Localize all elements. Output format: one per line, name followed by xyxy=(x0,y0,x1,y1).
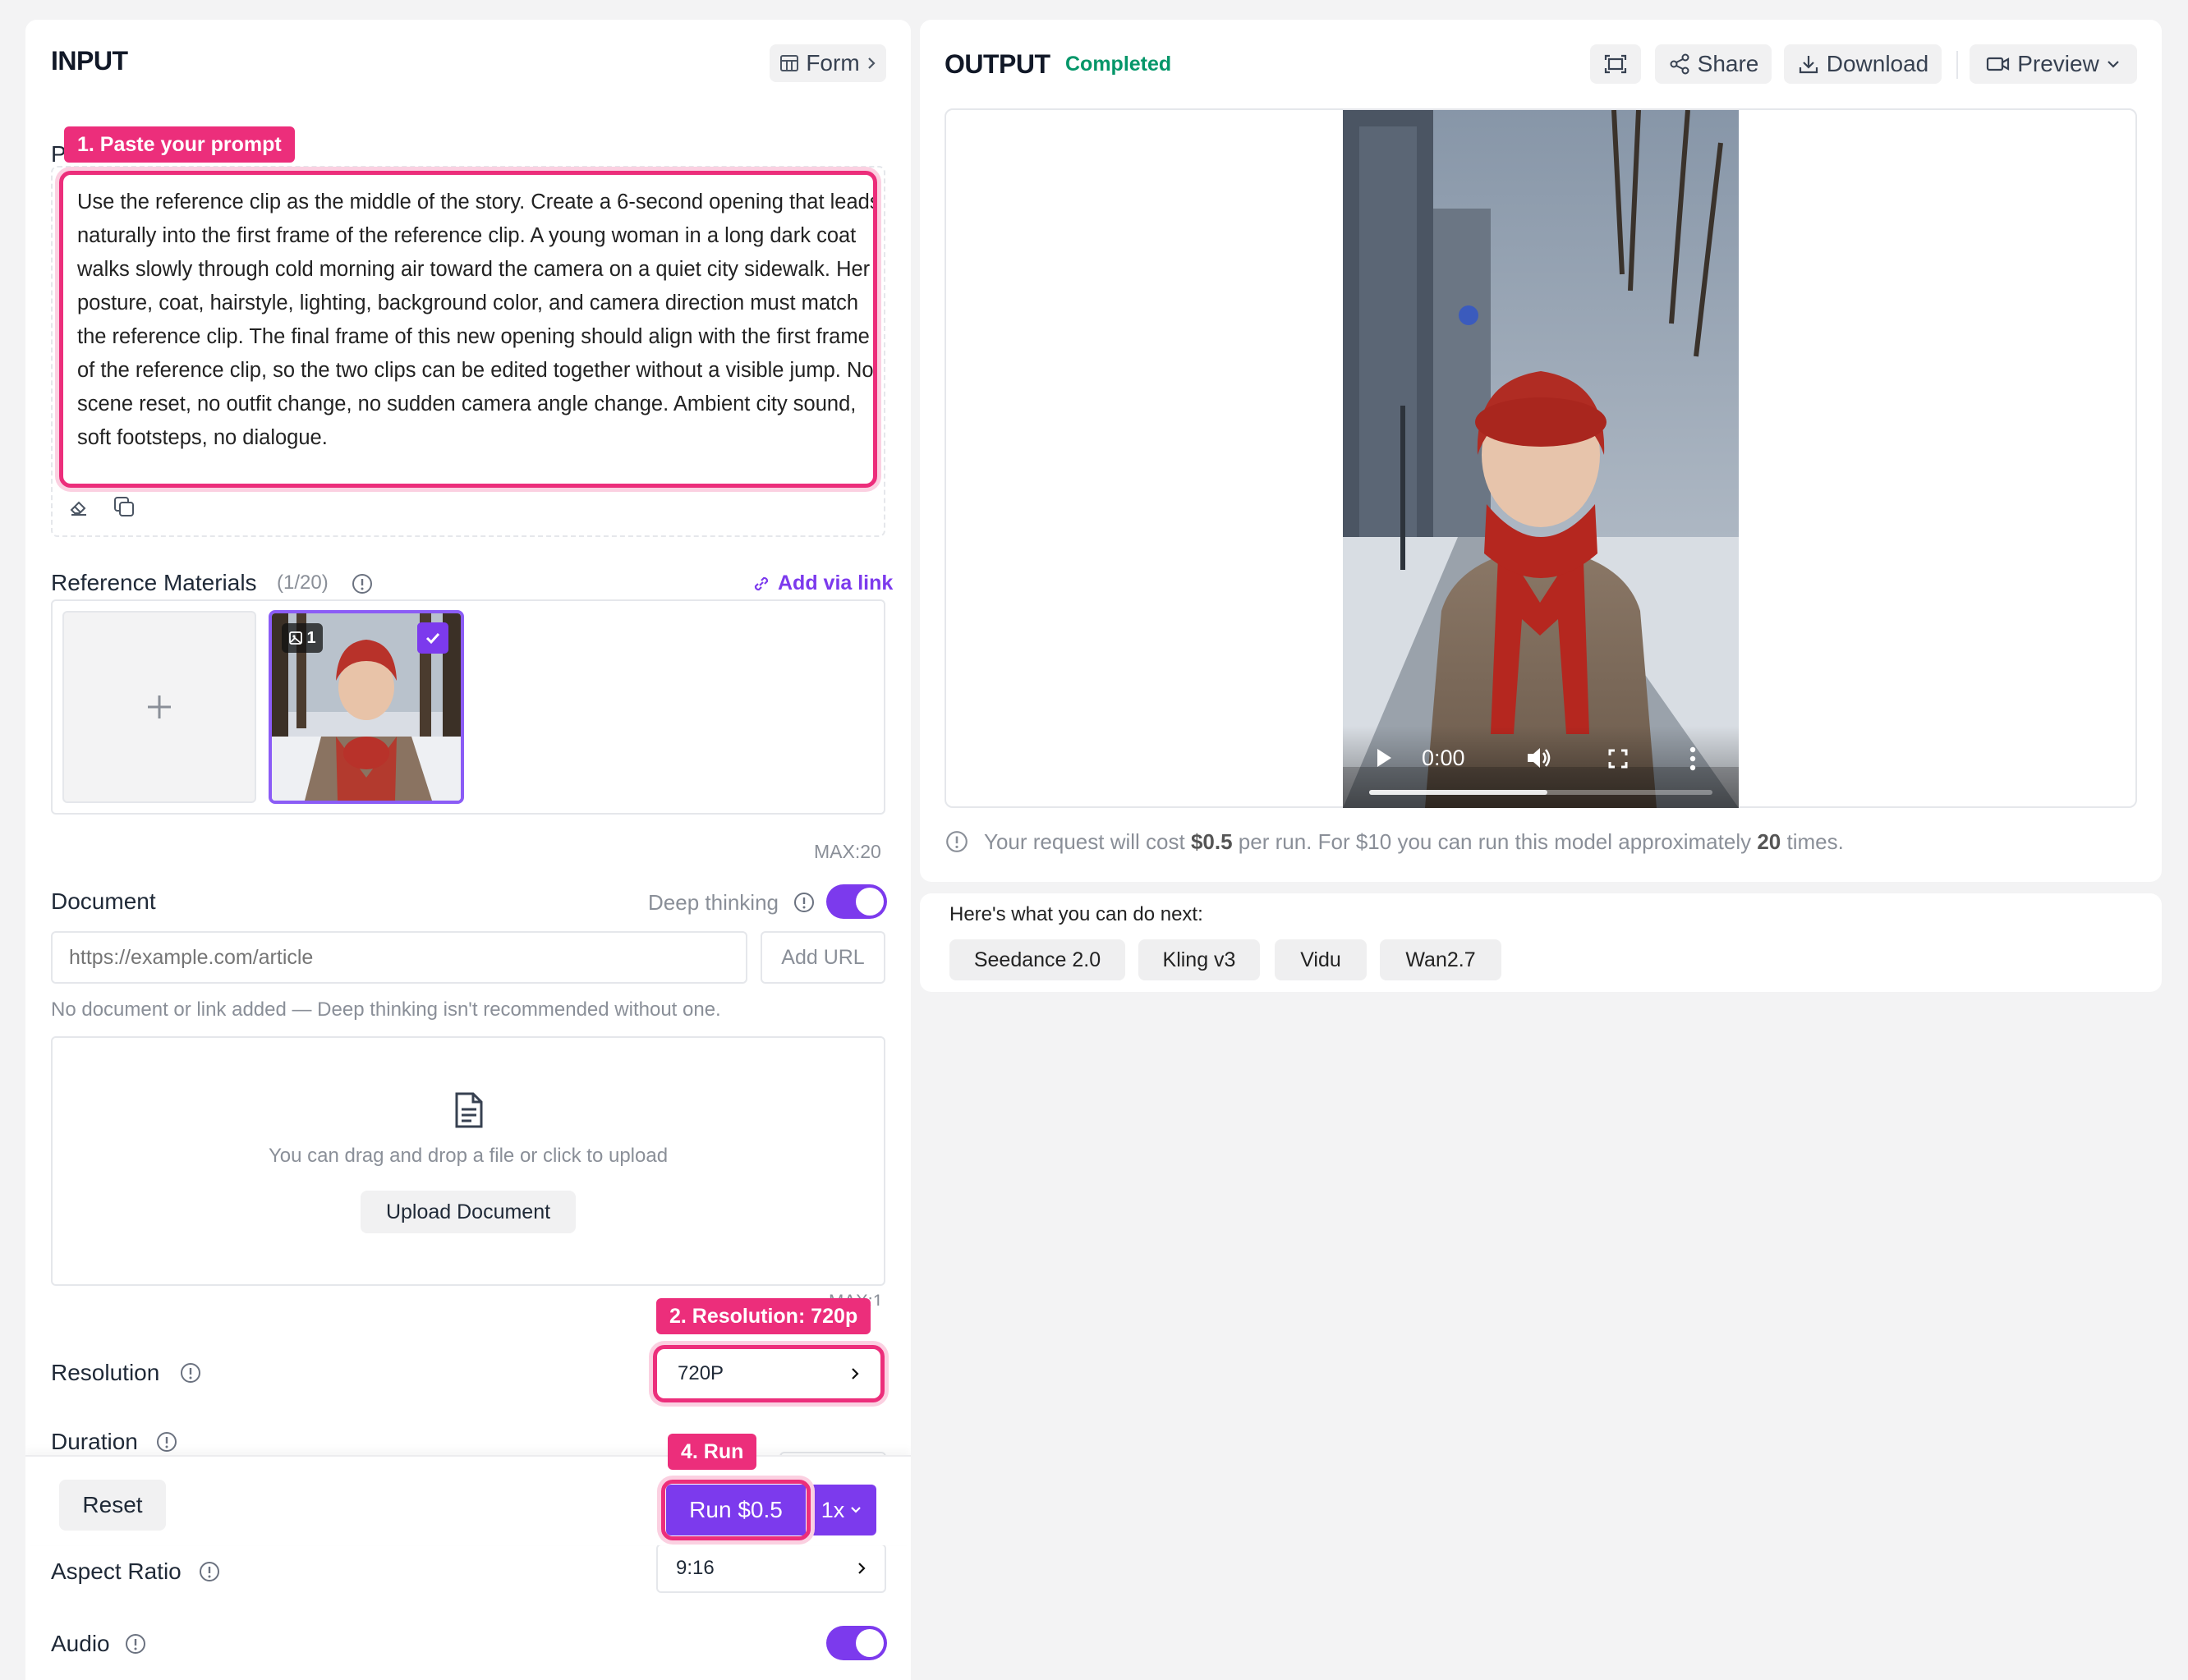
fullscreen-button[interactable] xyxy=(1590,44,1641,84)
reference-label: Reference Materials xyxy=(51,570,257,595)
clear-prompt-button[interactable] xyxy=(65,493,93,521)
chevron-right-icon xyxy=(858,1563,866,1574)
callout-run: 4. Run xyxy=(668,1434,757,1470)
aspect-ratio-label: Aspect Ratio xyxy=(51,1558,182,1584)
chevron-down-icon xyxy=(2108,61,2119,68)
add-via-link[interactable]: Add via link xyxy=(752,571,893,595)
aspect-ratio-value: 9:16 xyxy=(676,1557,715,1579)
action-footer: Reset Run $0.5 1x xyxy=(25,1455,911,1545)
plus-icon xyxy=(148,695,171,718)
next-chip-seedance[interactable]: Seedance 2.0 xyxy=(949,939,1125,980)
output-title: OUTPUT xyxy=(945,49,1050,79)
download-label: Download xyxy=(1826,51,1929,76)
reset-button[interactable]: Reset xyxy=(59,1480,166,1531)
info-icon xyxy=(200,1562,219,1581)
next-chip-wan[interactable]: Wan2.7 xyxy=(1380,939,1501,980)
fullscreen-icon[interactable] xyxy=(1607,748,1629,769)
resolution-label: Resolution xyxy=(51,1360,160,1385)
info-icon xyxy=(126,1634,145,1654)
toolbar-divider xyxy=(1956,51,1958,79)
download-icon xyxy=(1799,56,1818,74)
cost-mid: per run. For $10 you can run this model … xyxy=(1232,829,1758,854)
video-progress-track[interactable] xyxy=(1369,790,1712,795)
video-progress-fill xyxy=(1369,790,1548,795)
info-icon xyxy=(181,1363,200,1383)
add-reference-button[interactable] xyxy=(62,611,256,803)
play-icon[interactable] xyxy=(1374,746,1394,769)
cost-prefix: Your request will cost xyxy=(984,829,1191,854)
callout-resolution: 2. Resolution: 720p xyxy=(656,1298,871,1334)
callout-paste-prompt: 1. Paste your prompt xyxy=(64,126,295,163)
share-label: Share xyxy=(1697,51,1759,76)
add-url-button[interactable]: Add URL xyxy=(761,931,885,984)
toggle-knob xyxy=(856,888,884,916)
cost-value: $0.5 xyxy=(1190,829,1233,854)
reference-max: MAX:20 xyxy=(814,841,881,862)
image-icon xyxy=(289,631,303,645)
next-steps-panel: Here's what you can do next: Seedance 2.… xyxy=(920,893,2162,992)
thumbnail-selected-checkbox[interactable] xyxy=(417,622,448,654)
output-video-frame-image xyxy=(1343,110,1739,808)
chevron-down-icon xyxy=(851,1507,862,1513)
preview-select[interactable]: Preview xyxy=(1970,44,2137,84)
expand-icon xyxy=(1604,54,1627,74)
share-icon xyxy=(1670,53,1689,75)
upload-document-button[interactable]: Upload Document xyxy=(361,1191,576,1233)
resolution-highlight xyxy=(653,1345,885,1402)
download-button[interactable]: Download xyxy=(1784,44,1942,84)
copy-icon xyxy=(114,497,134,516)
status-badge: Completed xyxy=(1065,53,1172,76)
copy-prompt-button[interactable] xyxy=(110,493,138,521)
document-label: Document xyxy=(51,888,156,914)
prompt-highlight xyxy=(59,171,877,488)
volume-icon[interactable] xyxy=(1525,746,1553,770)
check-icon xyxy=(425,632,440,645)
table-icon xyxy=(780,55,799,71)
document-drop-text: You can drag and drop a file or click to… xyxy=(268,1145,669,1167)
audio-toggle[interactable] xyxy=(826,1626,887,1660)
thumbnail-badge: 1 xyxy=(282,623,323,653)
document-hint: No document or link added — Deep thinkin… xyxy=(51,998,721,1021)
toggle-knob xyxy=(856,1629,884,1657)
output-panel: OUTPUT Completed Share Download Preview xyxy=(920,20,2162,882)
video-time: 0:00 xyxy=(1422,746,1465,770)
run-highlight xyxy=(661,1480,811,1540)
output-video-player[interactable]: 0:00 xyxy=(1343,110,1739,808)
run-multiplier-value: 1x xyxy=(820,1497,845,1522)
add-via-link-label: Add via link xyxy=(778,571,894,594)
info-icon xyxy=(157,1432,177,1452)
next-steps-title: Here's what you can do next: xyxy=(949,903,1203,925)
info-icon xyxy=(794,893,814,912)
info-icon xyxy=(352,574,372,594)
next-chip-vidu[interactable]: Vidu xyxy=(1275,939,1367,980)
more-options-icon[interactable] xyxy=(1688,746,1698,772)
next-chip-kling[interactable]: Kling v3 xyxy=(1138,939,1260,980)
thumbnail-index: 1 xyxy=(306,628,316,647)
run-multiplier-select[interactable]: 1x xyxy=(807,1485,876,1535)
document-icon xyxy=(455,1092,483,1128)
eraser-icon xyxy=(70,501,86,516)
audio-label: Audio xyxy=(51,1631,110,1656)
video-camera-icon xyxy=(1987,57,2010,71)
form-view-button[interactable]: Form xyxy=(770,44,886,82)
document-url-input[interactable] xyxy=(51,931,747,984)
info-icon xyxy=(946,831,968,852)
reference-count: (1/20) xyxy=(277,571,329,594)
cost-suffix: times. xyxy=(1781,829,1844,854)
duration-label: Duration xyxy=(51,1429,138,1454)
cost-runs: 20 xyxy=(1757,829,1781,854)
link-icon xyxy=(754,576,769,590)
form-view-label: Form xyxy=(806,50,860,76)
preview-label: Preview xyxy=(2017,51,2099,76)
input-panel: INPUT Form P Use the reference clip as t… xyxy=(25,20,911,1680)
cost-line: Your request will cost $0.5 per run. For… xyxy=(984,829,1844,855)
input-title: INPUT xyxy=(51,46,128,76)
chevron-right-icon xyxy=(867,57,876,69)
aspect-ratio-select[interactable]: 9:16 xyxy=(656,1544,886,1593)
deep-thinking-toggle[interactable] xyxy=(826,884,887,919)
deep-thinking-label: Deep thinking xyxy=(648,890,779,915)
share-button[interactable]: Share xyxy=(1655,44,1772,84)
